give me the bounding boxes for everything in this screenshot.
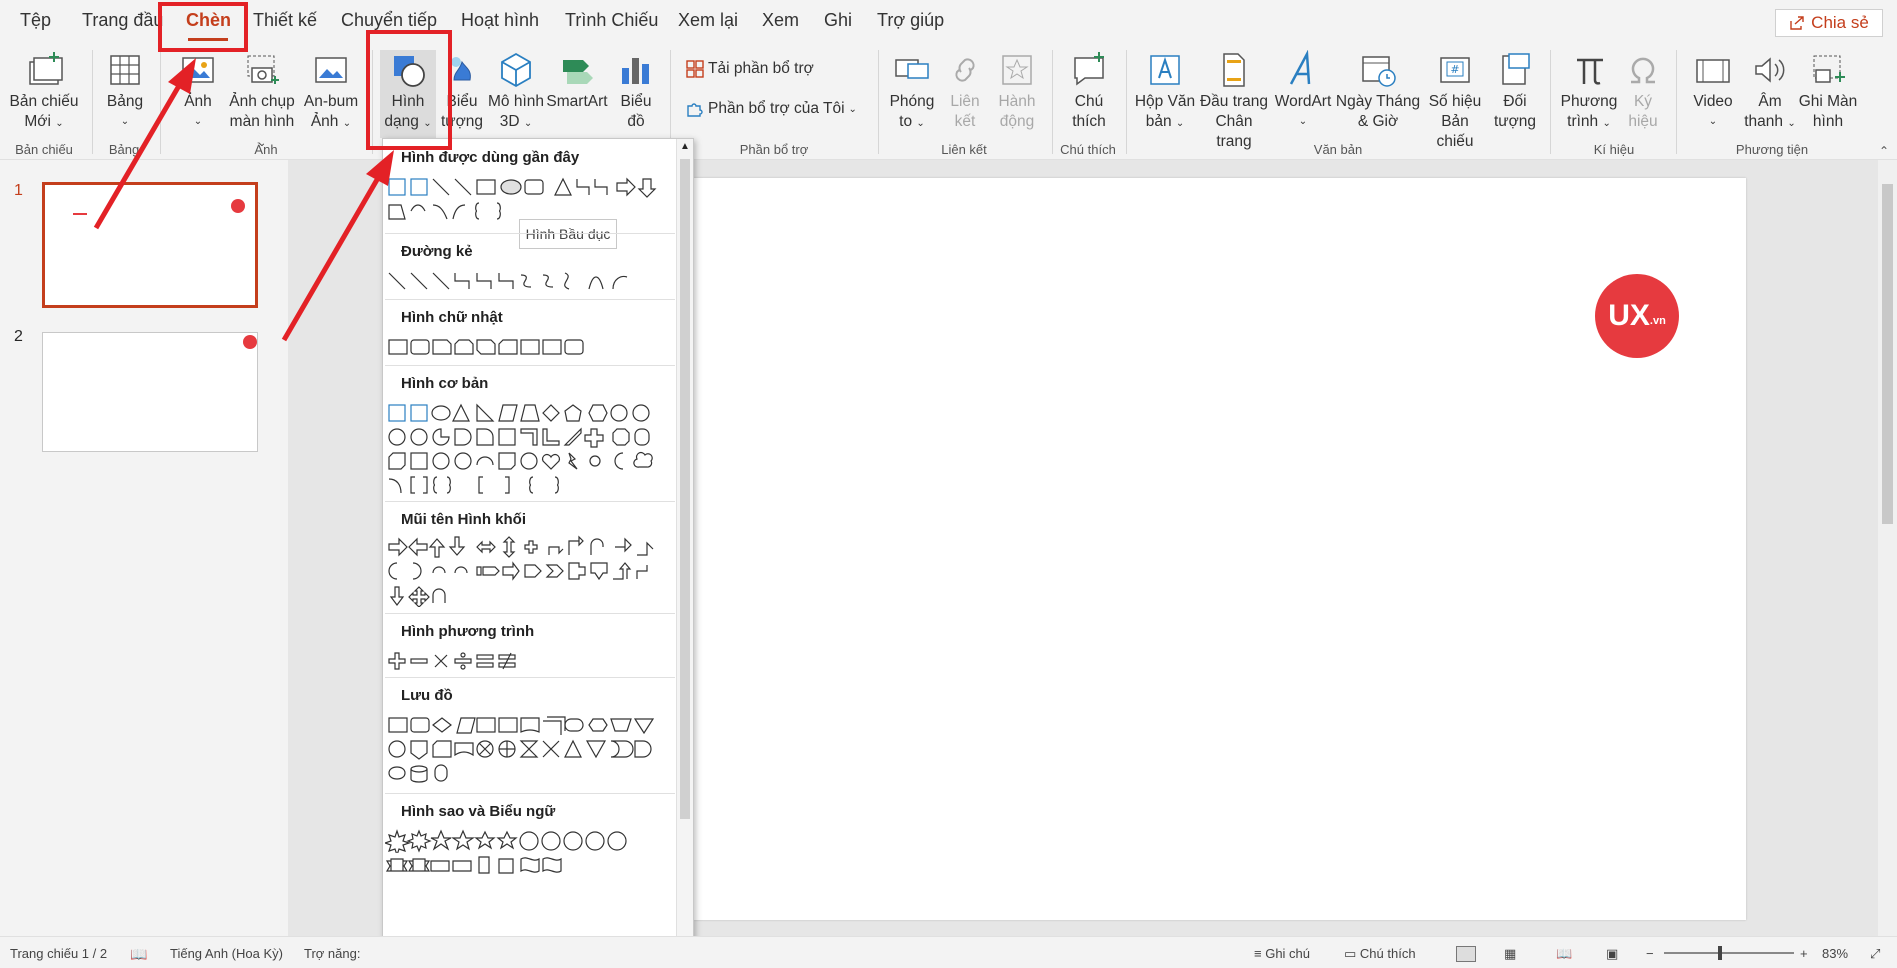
arrow-to-insert-tab xyxy=(93,82,183,230)
arrowhead-insert-tab xyxy=(168,58,196,94)
arrowhead-shapes-button xyxy=(366,150,394,186)
annotation-arrows xyxy=(93,58,394,342)
arrow-to-shapes-button xyxy=(281,176,381,342)
